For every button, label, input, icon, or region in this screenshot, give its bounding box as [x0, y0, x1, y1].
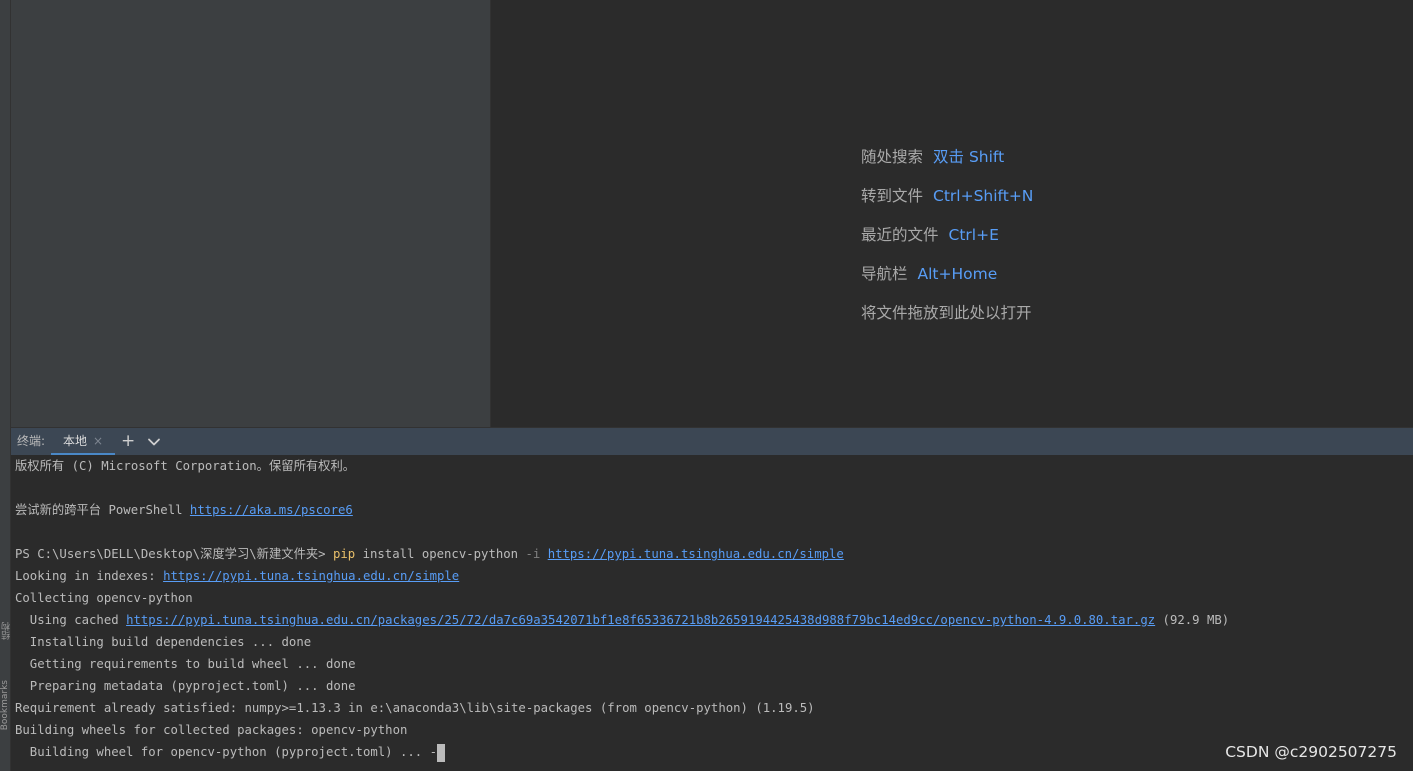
hint-shortcut: Ctrl+E — [948, 226, 999, 244]
terminal-line: Installing build dependencies ... done — [15, 635, 312, 649]
terminal-line: Looking in indexes: https://pypi.tuna.ts… — [15, 565, 459, 587]
terminal-line: Preparing metadata (pyproject.toml) ... … — [15, 679, 356, 693]
terminal-cursor — [437, 743, 445, 762]
terminal-title: 终端: — [17, 434, 46, 448]
close-icon[interactable]: × — [93, 434, 103, 448]
hint-label: 将文件拖放到此处以打开 — [861, 304, 1032, 322]
editor-hints: 随处搜索 双击 Shift 转到文件 Ctrl+Shift+N 最近的文件 Ct… — [861, 146, 1033, 341]
terminal-line: Building wheels for collected packages: … — [15, 723, 408, 737]
watermark: CSDN @c2902507275 — [1225, 743, 1397, 761]
terminal-command-line: PS C:\Users\DELL\Desktop\深度学习\新建文件夹> pip… — [15, 543, 844, 565]
hint-label: 导航栏 — [861, 265, 908, 283]
terminal-tab-local[interactable]: 本地 × — [51, 428, 116, 456]
project-panel — [11, 0, 491, 427]
terminal-text: Looking in indexes: — [15, 569, 164, 583]
terminal-toolbar: 终端: 本地 × + — [11, 427, 1413, 456]
hint-recent-files: 最近的文件 Ctrl+E — [861, 224, 1033, 263]
command-name: pip — [332, 547, 356, 561]
command-option: -i — [525, 547, 541, 561]
hint-shortcut: Ctrl+Shift+N — [933, 187, 1034, 205]
terminal-text: Building wheel for opencv-python (pyproj… — [15, 745, 437, 759]
bookmarks-tool-tab[interactable]: Bookmarks — [0, 680, 10, 730]
terminal-text: 尝试新的跨平台 PowerShell — [15, 503, 190, 517]
index-url-link[interactable]: https://pypi.tuna.tsinghua.edu.cn/simple — [163, 569, 459, 583]
terminal-line: 尝试新的跨平台 PowerShell https://aka.ms/pscore… — [15, 499, 353, 521]
hint-label: 转到文件 — [861, 187, 924, 205]
hint-drop-files: 将文件拖放到此处以打开 — [861, 302, 1033, 341]
hint-label: 随处搜索 — [861, 148, 924, 166]
index-url-link[interactable]: https://pypi.tuna.tsinghua.edu.cn/simple — [548, 547, 844, 561]
add-icon[interactable]: + — [121, 428, 135, 455]
hint-search-everywhere: 随处搜索 双击 Shift — [861, 146, 1033, 185]
terminal-line: Requirement already satisfied: numpy>=1.… — [15, 701, 815, 715]
hint-shortcut: Alt+Home — [917, 265, 998, 283]
hint-shortcut: 双击 Shift — [933, 148, 1005, 166]
chevron-down-icon[interactable] — [147, 435, 161, 449]
terminal-tab-label: 本地 — [63, 434, 88, 448]
hint-navigation-bar: 导航栏 Alt+Home — [861, 263, 1033, 302]
terminal-line: 版权所有 (C) Microsoft Corporation。保留所有权利。 — [15, 459, 356, 473]
command-args: install opencv-python — [355, 547, 526, 561]
terminal-line: Building wheel for opencv-python (pyproj… — [15, 741, 445, 763]
package-url-link[interactable]: https://pypi.tuna.tsinghua.edu.cn/packag… — [126, 613, 1155, 627]
terminal-output[interactable]: 版权所有 (C) Microsoft Corporation。保留所有权利。 尝… — [11, 455, 1413, 771]
terminal-line: Collecting opencv-python — [15, 591, 193, 605]
structure-tool-tab[interactable]: 结构 — [0, 622, 12, 640]
hint-goto-file: 转到文件 Ctrl+Shift+N — [861, 185, 1033, 224]
terminal-prompt: PS C:\Users\DELL\Desktop\深度学习\新建文件夹> — [15, 547, 333, 561]
left-tool-strip: 结构 Bookmarks — [0, 0, 12, 771]
hint-label: 最近的文件 — [861, 226, 939, 244]
terminal-line: Getting requirements to build wheel ... … — [15, 657, 356, 671]
terminal-text: Using cached — [15, 613, 127, 627]
terminal-line: Using cached https://pypi.tuna.tsinghua.… — [15, 609, 1229, 631]
pscore6-link[interactable]: https://aka.ms/pscore6 — [190, 503, 353, 517]
package-size: (92.9 MB) — [1155, 613, 1230, 627]
